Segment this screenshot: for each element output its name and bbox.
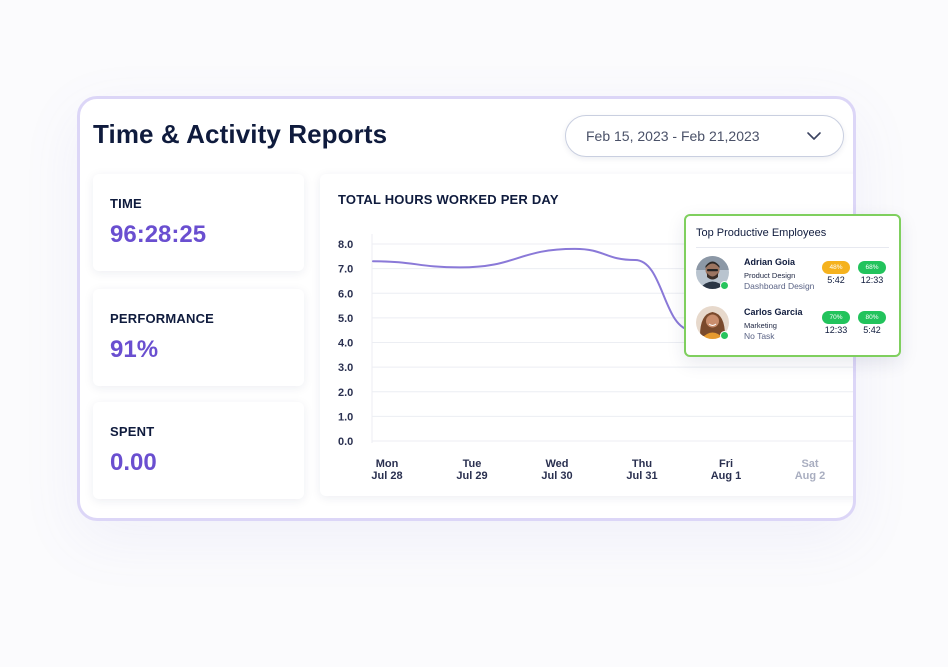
x-tick-date-label: Jul 31 [626,470,657,482]
top-employees-popup: Top Productive Employees Adrian Goia Pro… [684,214,901,357]
x-tick-day-label: Mon [376,458,399,470]
online-status-icon [720,331,729,340]
y-tick-label: 3.0 [338,362,353,374]
stat-value: 91% [110,336,159,363]
x-tick-day-label: Tue [463,458,482,470]
employee-name: Carlos Garcia [744,307,803,317]
y-tick-label: 4.0 [338,338,353,350]
stat-value: 0.00 [110,449,157,476]
page: Time & Activity Reports Feb 15, 2023 - F… [0,0,948,667]
y-tick-label: 5.0 [338,313,353,325]
x-tick-day-label: Fri [719,458,733,470]
online-status-icon [720,281,729,290]
stat-card-time: TIME 96:28:25 [93,174,304,271]
employee-name: Adrian Goia [744,257,796,267]
stat-value: 96:28:25 [110,221,207,248]
x-tick-date-label: Jul 28 [371,470,402,482]
stat-label: TIME [110,196,142,211]
y-tick-label: 7.0 [338,264,353,276]
x-tick-date-label: Jul 29 [456,470,487,482]
employee-row[interactable]: Carlos Garcia Marketing No Task 70% 12:3… [696,306,896,344]
employee-row[interactable]: Adrian Goia Product Design Dashboard Des… [696,256,896,294]
chevron-down-icon [805,127,823,145]
time-value: 12:33 [824,325,848,335]
stat-card-performance: PERFORMANCE 91% [93,289,304,386]
stat-card-spent: SPENT 0.00 [93,402,304,499]
x-tick-date-label: Jul 30 [541,470,572,482]
time-value: 12:33 [860,275,884,285]
x-tick-date-label: Aug 1 [711,470,742,482]
page-title: Time & Activity Reports [93,119,388,149]
employee-task: Dashboard Design [744,281,815,291]
time-value: 5:42 [863,325,881,335]
employee-task: No Task [744,331,775,341]
x-tick-day-label: Wed [545,458,568,470]
x-tick-day-label: Sat [801,458,818,470]
y-tick-label: 6.0 [338,288,353,300]
employee-department: Product Design [744,271,796,280]
x-tick-date-label: Aug 2 [795,470,826,482]
y-tick-label: 8.0 [338,239,353,251]
x-tick-day-label: Thu [632,458,652,470]
percent-badge: 48% [822,261,850,274]
y-tick-label: 1.0 [338,411,353,423]
percent-badge: 68% [858,261,886,274]
time-value: 5:42 [827,275,845,285]
date-range-value: Feb 15, 2023 - Feb 21,2023 [586,128,760,144]
y-tick-label: 0.0 [338,436,353,448]
popup-title: Top Productive Employees [696,227,827,239]
percent-badge: 70% [822,311,850,324]
percent-badge: 80% [858,311,886,324]
employee-department: Marketing [744,321,777,330]
stat-label: PERFORMANCE [110,311,215,326]
stat-label: SPENT [110,424,155,439]
divider [696,247,889,248]
y-tick-label: 2.0 [338,387,353,399]
date-range-picker[interactable]: Feb 15, 2023 - Feb 21,2023 [565,115,844,157]
